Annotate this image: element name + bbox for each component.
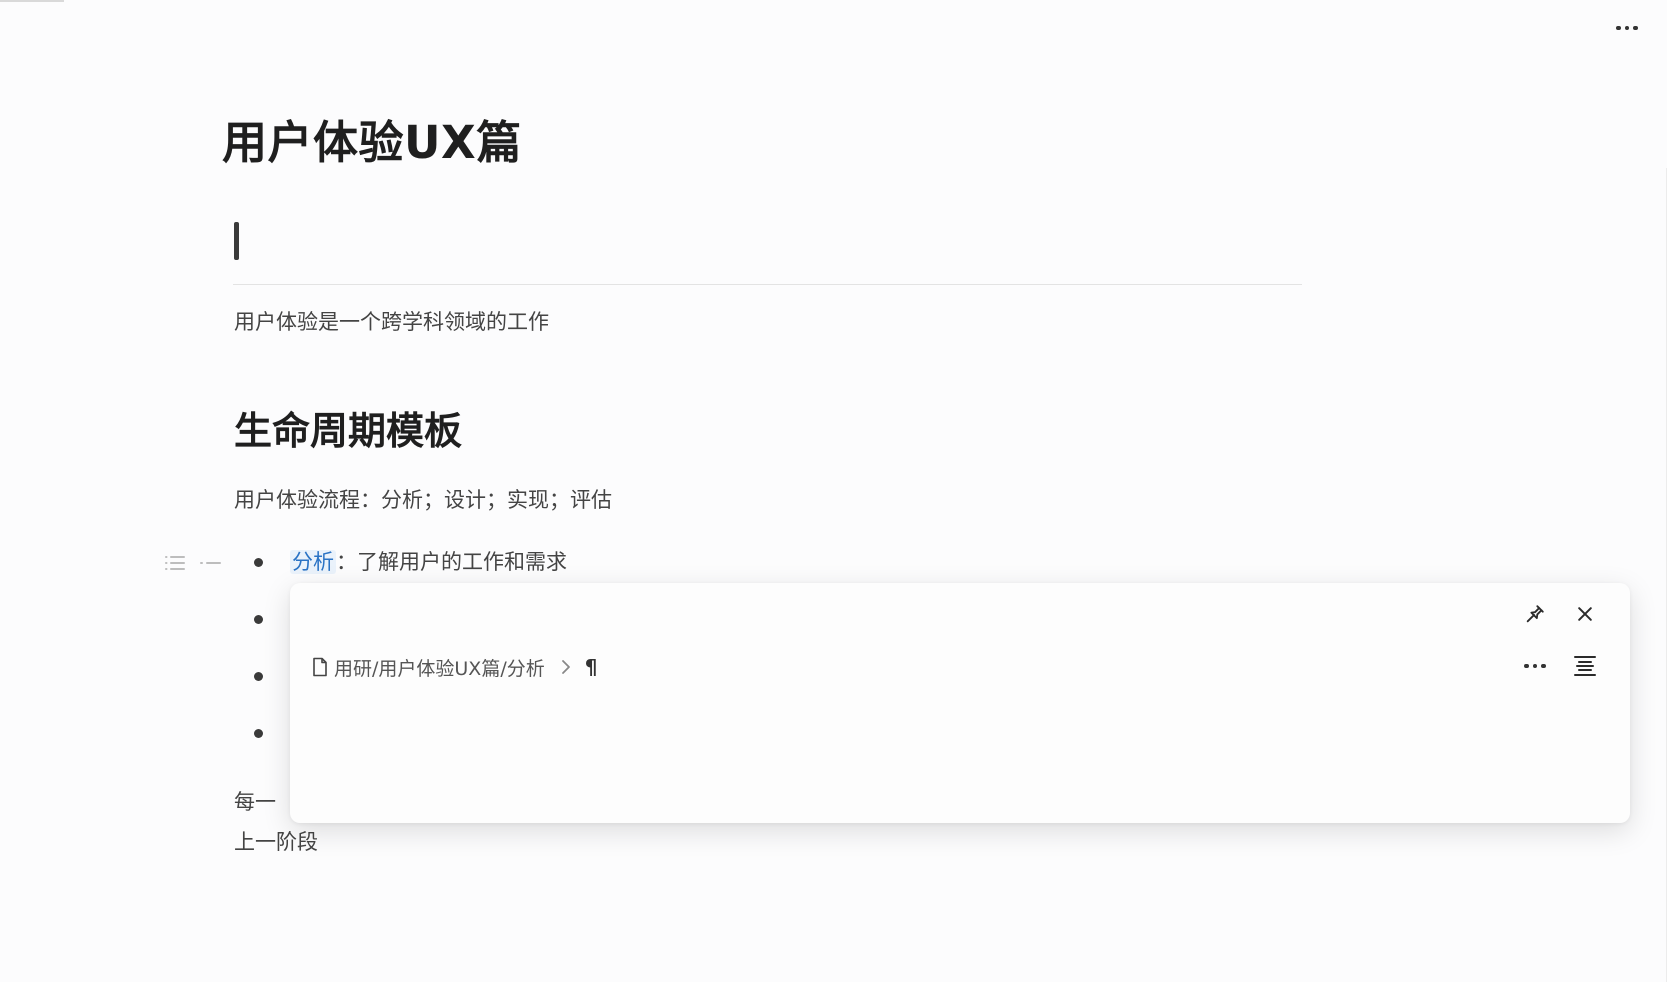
top-progress-bar <box>0 0 64 2</box>
pin-icon <box>1526 605 1544 623</box>
more-horizontal-icon <box>1616 25 1638 31</box>
block-ref-link[interactable]: 分析 <box>290 550 336 574</box>
breadcrumb: 用研/用户体验UX篇/分析 ¶ <box>312 653 597 681</box>
close-icon <box>1578 607 1592 621</box>
list-bullet <box>254 558 263 567</box>
close-button[interactable] <box>1568 597 1602 631</box>
document-more-button[interactable] <box>1607 14 1647 42</box>
title-divider <box>233 284 1302 285</box>
paragraph-line[interactable]: 上一阶段 <box>234 826 318 856</box>
document-title[interactable]: 用户体验UX篇 <box>222 106 522 171</box>
text-caret <box>234 222 239 260</box>
outline-icon <box>1574 656 1596 676</box>
block-gutter <box>164 552 222 574</box>
section-heading[interactable]: 生命周期模板 <box>234 400 462 455</box>
list-handle-icon[interactable] <box>164 553 186 573</box>
popover-more-button[interactable] <box>1518 649 1552 683</box>
process-paragraph[interactable]: 用户体验流程：分析；设计；实现；评估 <box>234 484 612 514</box>
editor-page: 用户体验UX篇 用户体验是一个跨学科领域的工作 生命周期模板 用户体验流程：分析… <box>0 0 1667 982</box>
list-item[interactable]: 分析：了解用户的工作和需求 <box>290 546 567 576</box>
pin-button[interactable] <box>1518 597 1552 631</box>
list-bullet <box>254 729 263 738</box>
intro-paragraph[interactable]: 用户体验是一个跨学科领域的工作 <box>234 306 549 336</box>
list-bullet <box>254 672 263 681</box>
outline-button[interactable] <box>1568 649 1602 683</box>
collapse-handle-icon[interactable] <box>200 553 222 573</box>
paragraph-block-icon[interactable]: ¶ <box>585 655 598 679</box>
partial-paragraph[interactable]: 每一 <box>234 786 276 816</box>
file-icon <box>313 657 327 677</box>
breadcrumb-path[interactable]: 用研/用户体验UX篇/分析 <box>334 654 545 681</box>
chevron-right-icon <box>561 660 570 674</box>
list-bullet <box>254 615 263 624</box>
more-horizontal-icon <box>1524 663 1546 669</box>
block-preview-popover: 用研/用户体验UX篇/分析 ¶ <box>290 583 1630 823</box>
list-item-text: ：了解用户的工作和需求 <box>336 550 567 574</box>
